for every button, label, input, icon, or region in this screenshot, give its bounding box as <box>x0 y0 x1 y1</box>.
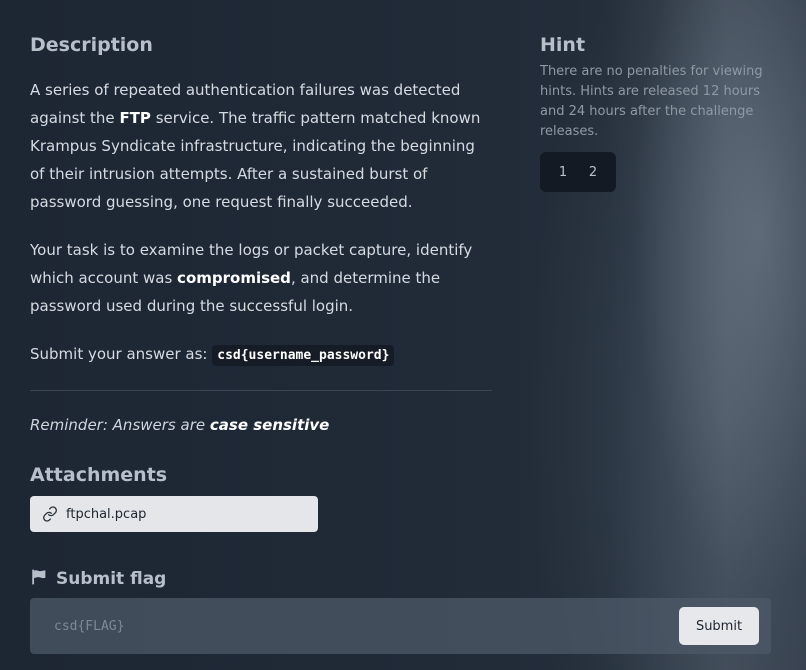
paragraph-2-bold: compromised <box>177 269 291 287</box>
description-title: Description <box>30 34 153 56</box>
divider <box>30 390 492 391</box>
link-icon <box>42 506 58 522</box>
answer-format-code: csd{username_password} <box>212 345 395 366</box>
description-body: A series of repeated authentication fail… <box>30 76 492 370</box>
hint-button-1[interactable]: 1 <box>548 157 578 187</box>
reminder-bold: case sensitive <box>209 416 330 434</box>
submit-flag-form: Submit <box>30 598 771 654</box>
submit-flag-title: Submit flag <box>56 569 167 589</box>
hint-button-2[interactable]: 2 <box>578 157 608 187</box>
hint-text: There are no penalties for viewing hints… <box>540 64 763 139</box>
submit-flag-heading: Submit flag <box>30 564 166 594</box>
reminder-prefix: Reminder: Answers are <box>30 416 210 434</box>
hint-section: Hint There are no penalties for viewing … <box>540 30 770 192</box>
attachments-title: Attachments <box>30 464 168 486</box>
attachment-filename: ftpchal.pcap <box>66 506 147 522</box>
paragraph-1-bold: FTP <box>119 109 151 127</box>
description-section: Description A series of repeated authent… <box>30 30 492 437</box>
hint-button-group: 1 2 <box>540 152 616 192</box>
hint-title: Hint <box>540 34 586 56</box>
attachment-link[interactable]: ftpchal.pcap <box>30 496 318 532</box>
flag-input[interactable] <box>42 606 672 646</box>
description-paragraph-2: Your task is to examine the logs or pack… <box>30 236 492 320</box>
submit-button[interactable]: Submit <box>679 607 759 645</box>
description-paragraph-3: Submit your answer as: csd{username_pass… <box>30 340 492 370</box>
reminder: Reminder: Answers are case sensitive <box>30 413 492 437</box>
answer-format-prefix: Submit your answer as: <box>30 345 213 363</box>
description-paragraph-1: A series of repeated authentication fail… <box>30 76 492 216</box>
flag-icon <box>30 568 48 590</box>
